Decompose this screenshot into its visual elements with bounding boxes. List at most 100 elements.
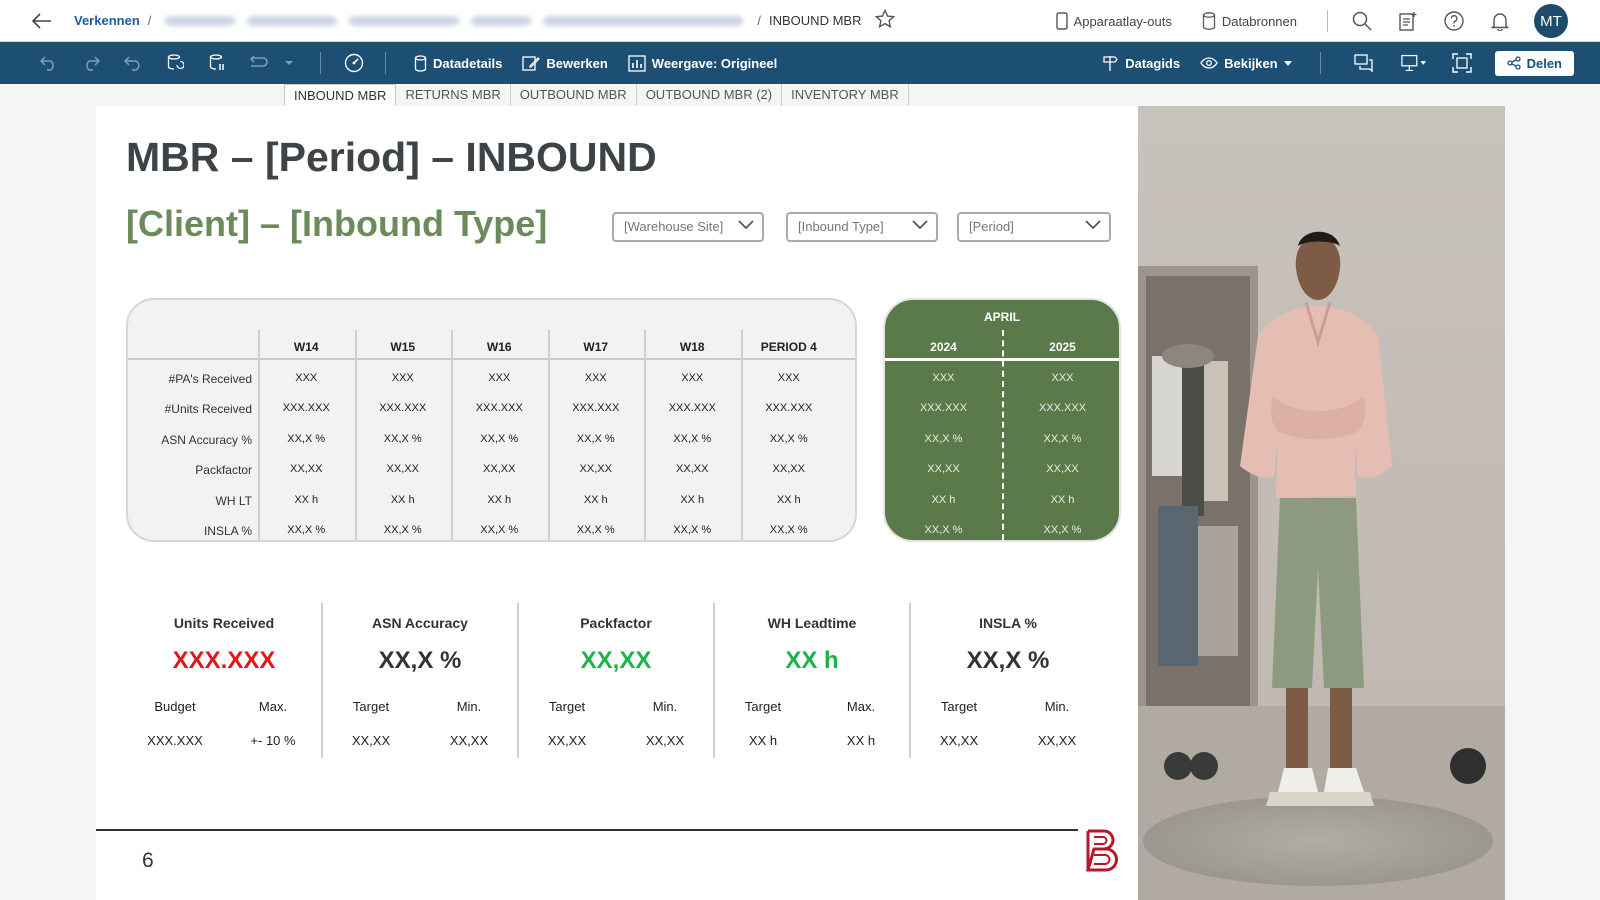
fullscreen-icon[interactable] — [1449, 50, 1475, 76]
filter-label: [Inbound Type] — [798, 219, 884, 234]
bell-icon[interactable] — [1488, 9, 1512, 33]
table-cell: XX,X % — [576, 524, 615, 536]
redo-icon[interactable] — [78, 50, 104, 76]
table-cell: XXX.XXX — [919, 402, 968, 415]
table-cell: XXX.XXX — [765, 402, 813, 415]
data-guide-button[interactable]: Datagids — [1101, 54, 1180, 72]
tab-inventory-mbr[interactable]: INVENTORY MBR — [782, 84, 909, 106]
header-divider — [128, 358, 855, 360]
kpi-value: XX,XX — [580, 647, 652, 674]
edit-button[interactable]: Bewerken — [522, 55, 608, 72]
breadcrumb-redacted — [471, 15, 532, 26]
edit-label: Bewerken — [546, 55, 608, 71]
user-avatar[interactable]: MT — [1534, 4, 1568, 38]
watch-button[interactable]: Bekijken — [1200, 56, 1292, 71]
help-icon[interactable] — [1442, 9, 1466, 33]
kpi-sub-label: Target — [744, 699, 782, 714]
kpi-divider — [321, 603, 323, 758]
performance-gauge-icon[interactable] — [341, 50, 367, 76]
kpi-value: XX,X % — [378, 647, 462, 674]
kpi-title: Units Received — [173, 615, 275, 631]
comments-icon[interactable] — [1351, 50, 1377, 76]
kpi-sub-value: +- 10 % — [250, 733, 296, 748]
breadcrumb-redacted — [247, 15, 338, 26]
notes-icon[interactable] — [1396, 9, 1420, 33]
share-label: Delen — [1526, 55, 1562, 71]
table-cell: XX,XX — [676, 463, 709, 476]
kpi-sub-label: Budget — [154, 699, 196, 714]
kpi-card: INSLA % XX,X % Target XX,XX Min. XX,XX — [910, 603, 1106, 763]
warehouse-site-filter[interactable]: [Warehouse Site] — [612, 212, 764, 242]
inbound-type-filter[interactable]: [Inbound Type] — [786, 212, 938, 242]
table-cell: XX,X % — [287, 524, 326, 536]
table-cell: XX,X % — [769, 432, 808, 445]
period-filter[interactable]: [Period] — [957, 212, 1111, 242]
kpi-sub-label: Max. — [258, 699, 288, 714]
kpi-sub-label: Min. — [456, 699, 482, 714]
chevron-down-icon — [1283, 60, 1292, 66]
view-original-label: Weergave: Origineel — [651, 55, 778, 71]
table-cell: XXX.XXX — [475, 402, 523, 415]
breadcrumb-explore-link[interactable]: Verkennen — [74, 13, 140, 28]
tab-returns-mbr[interactable]: RETURNS MBR — [396, 84, 511, 106]
device-layouts-label: Apparaatlay-outs — [1073, 13, 1172, 29]
tab-outbound-mbr[interactable]: OUTBOUND MBR — [510, 84, 637, 106]
kpi-sub-value: XX,XX — [449, 733, 489, 748]
divider — [1327, 10, 1328, 32]
table-cell: XX,XX — [579, 463, 612, 476]
table-cell: XXX — [681, 372, 704, 384]
column-header: W16 — [486, 340, 512, 354]
present-icon[interactable] — [1400, 50, 1427, 76]
data-details-button[interactable]: Datadetails — [414, 54, 502, 72]
kpi-sub-value: XX,XX — [939, 733, 979, 748]
search-icon[interactable] — [1350, 9, 1374, 33]
table-cell: XX h — [680, 493, 705, 506]
kpi-sub-value: XX h — [846, 733, 876, 748]
eye-icon — [1200, 57, 1218, 69]
column-header: W18 — [679, 340, 705, 354]
favorite-star-icon[interactable] — [875, 8, 896, 32]
device-layouts-button[interactable]: Apparaatlay-outs — [1055, 12, 1172, 30]
share-button[interactable]: Delen — [1494, 50, 1574, 76]
table-cell: XXX.XXX — [282, 402, 330, 415]
kpi-sub-label: Max. — [846, 699, 876, 714]
kpi-sub-label: Target — [940, 699, 978, 714]
table-cell: XX,XX — [1046, 463, 1079, 476]
table-cell: XX,X % — [480, 524, 519, 536]
data-sources-button[interactable]: Databronnen — [1202, 12, 1297, 30]
kpi-title: ASN Accuracy — [372, 615, 468, 631]
replay-icon[interactable] — [246, 50, 272, 76]
april-month-header: APRIL — [984, 310, 1020, 324]
footer-line — [96, 829, 1078, 831]
kpi-divider — [517, 603, 519, 758]
divider — [320, 52, 321, 74]
table-cell: XX,X % — [769, 524, 808, 536]
tab-outbound-mbr-2[interactable]: OUTBOUND MBR (2) — [636, 84, 783, 106]
table-cell: XX,X % — [576, 432, 615, 445]
row-label: WH LT — [215, 493, 252, 508]
view-original-button[interactable]: Weergave: Origineel — [628, 54, 778, 72]
divider — [385, 52, 386, 74]
table-cell: XX h — [776, 493, 801, 506]
table-cell: XXX — [932, 372, 955, 384]
data-sources-label: Databronnen — [1221, 13, 1297, 29]
back-arrow-icon[interactable] — [24, 3, 60, 39]
chevron-down-icon[interactable] — [276, 50, 302, 76]
revert-icon[interactable] — [120, 50, 146, 76]
undo-icon[interactable] — [36, 50, 62, 76]
share-icon — [1506, 56, 1521, 70]
pause-updates-icon[interactable] — [204, 50, 230, 76]
column-header: W17 — [583, 340, 609, 354]
kpi-value: XXX.XXX — [172, 647, 276, 674]
chevron-down-icon — [912, 220, 928, 230]
tab-inbound-mbr[interactable]: INBOUND MBR — [284, 84, 397, 106]
refresh-data-icon[interactable] — [162, 50, 188, 76]
table-cell: XX h — [583, 493, 608, 506]
table-cell: XX,XX — [483, 463, 516, 476]
kpi-sub-label: Min. — [652, 699, 678, 714]
table-cell: XX,X % — [287, 432, 326, 445]
kpi-card: ASN Accuracy XX,X % Target XX,XX Min. XX,XX — [322, 603, 518, 763]
chevron-down-icon — [738, 220, 754, 230]
toolbar: Datadetails Bewerken Weergave: Origineel… — [0, 42, 1600, 84]
breadcrumb: Verkennen / / INBOUND MBR — [74, 8, 896, 32]
